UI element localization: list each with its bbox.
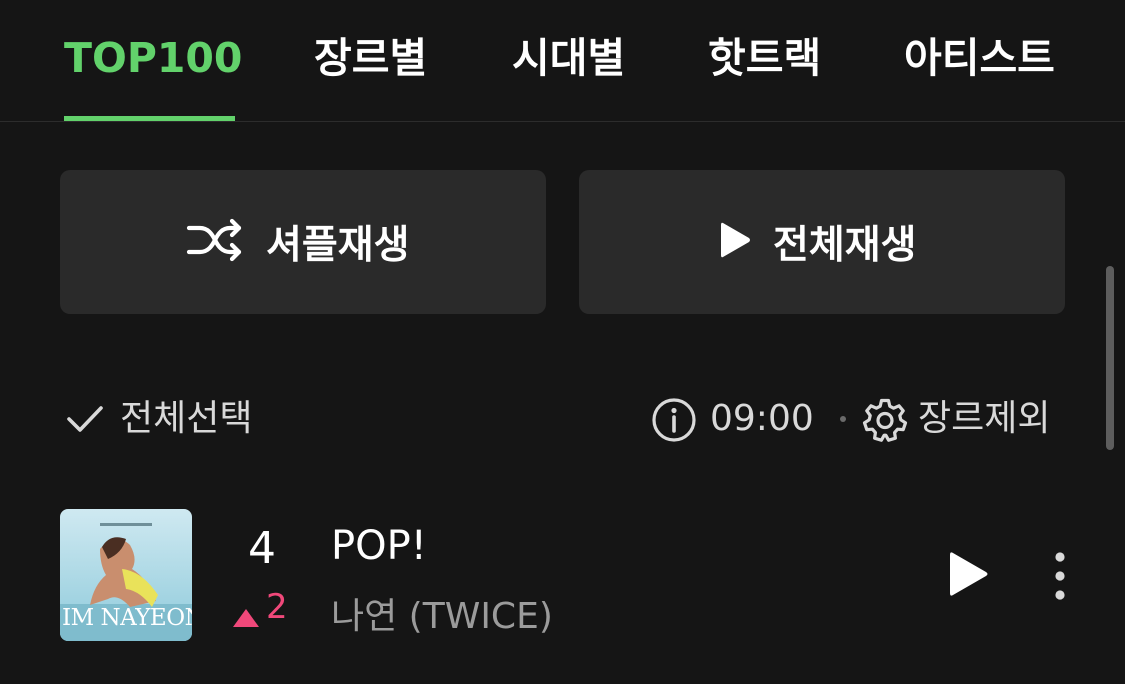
album-art-text: IM NAYEON — [62, 605, 192, 631]
track-artist[interactable]: 나연 (TWICE) — [331, 587, 553, 639]
genre-exclude-label: 장르제외 — [918, 398, 1051, 439]
checkmark-icon — [64, 400, 106, 442]
info-icon — [650, 396, 698, 448]
tab-era[interactable]: 시대별 — [512, 28, 625, 88]
tab-top100[interactable]: TOP100 — [64, 28, 242, 88]
tab-artist[interactable]: 아티스트 — [904, 28, 1055, 88]
track-more-button[interactable] — [1045, 549, 1075, 603]
gear-icon — [862, 397, 908, 447]
active-tab-indicator — [64, 116, 235, 121]
separator-dot — [840, 416, 846, 422]
update-time: 09:00 — [710, 398, 814, 439]
track-title[interactable]: POP! — [331, 523, 427, 569]
play-all-button[interactable]: 전체재생 — [579, 170, 1065, 314]
track-play-button[interactable] — [944, 549, 992, 599]
chart-tab-bar: TOP100 장르별 시대별 핫트랙 아티스트 — [0, 0, 1125, 122]
tab-genre[interactable]: 장르별 — [314, 28, 427, 88]
track-rank: 4 — [248, 523, 276, 574]
chart-screen: TOP100 장르별 시대별 핫트랙 아티스트 셔플재생 전체재생 전체선택 0… — [0, 0, 1125, 684]
tab-hot-track[interactable]: 핫트랙 — [708, 28, 821, 88]
rank-change-amount: 2 — [266, 587, 288, 627]
rank-up-icon — [232, 597, 260, 637]
play-all-label: 전체재생 — [773, 223, 917, 268]
shuffle-play-button[interactable]: 셔플재생 — [60, 170, 546, 314]
album-art[interactable]: IM NAYEON — [60, 509, 192, 641]
play-icon — [950, 552, 988, 596]
shuffle-icon — [186, 218, 244, 266]
more-vertical-icon — [1055, 552, 1065, 600]
play-icon — [719, 220, 751, 264]
track-row[interactable]: IM NAYEON 4 2 POP! 나연 (TWICE) — [0, 505, 1100, 645]
shuffle-play-label: 셔플재생 — [266, 223, 410, 268]
scrollbar[interactable] — [1106, 266, 1114, 450]
select-all-label: 전체선택 — [120, 398, 253, 439]
